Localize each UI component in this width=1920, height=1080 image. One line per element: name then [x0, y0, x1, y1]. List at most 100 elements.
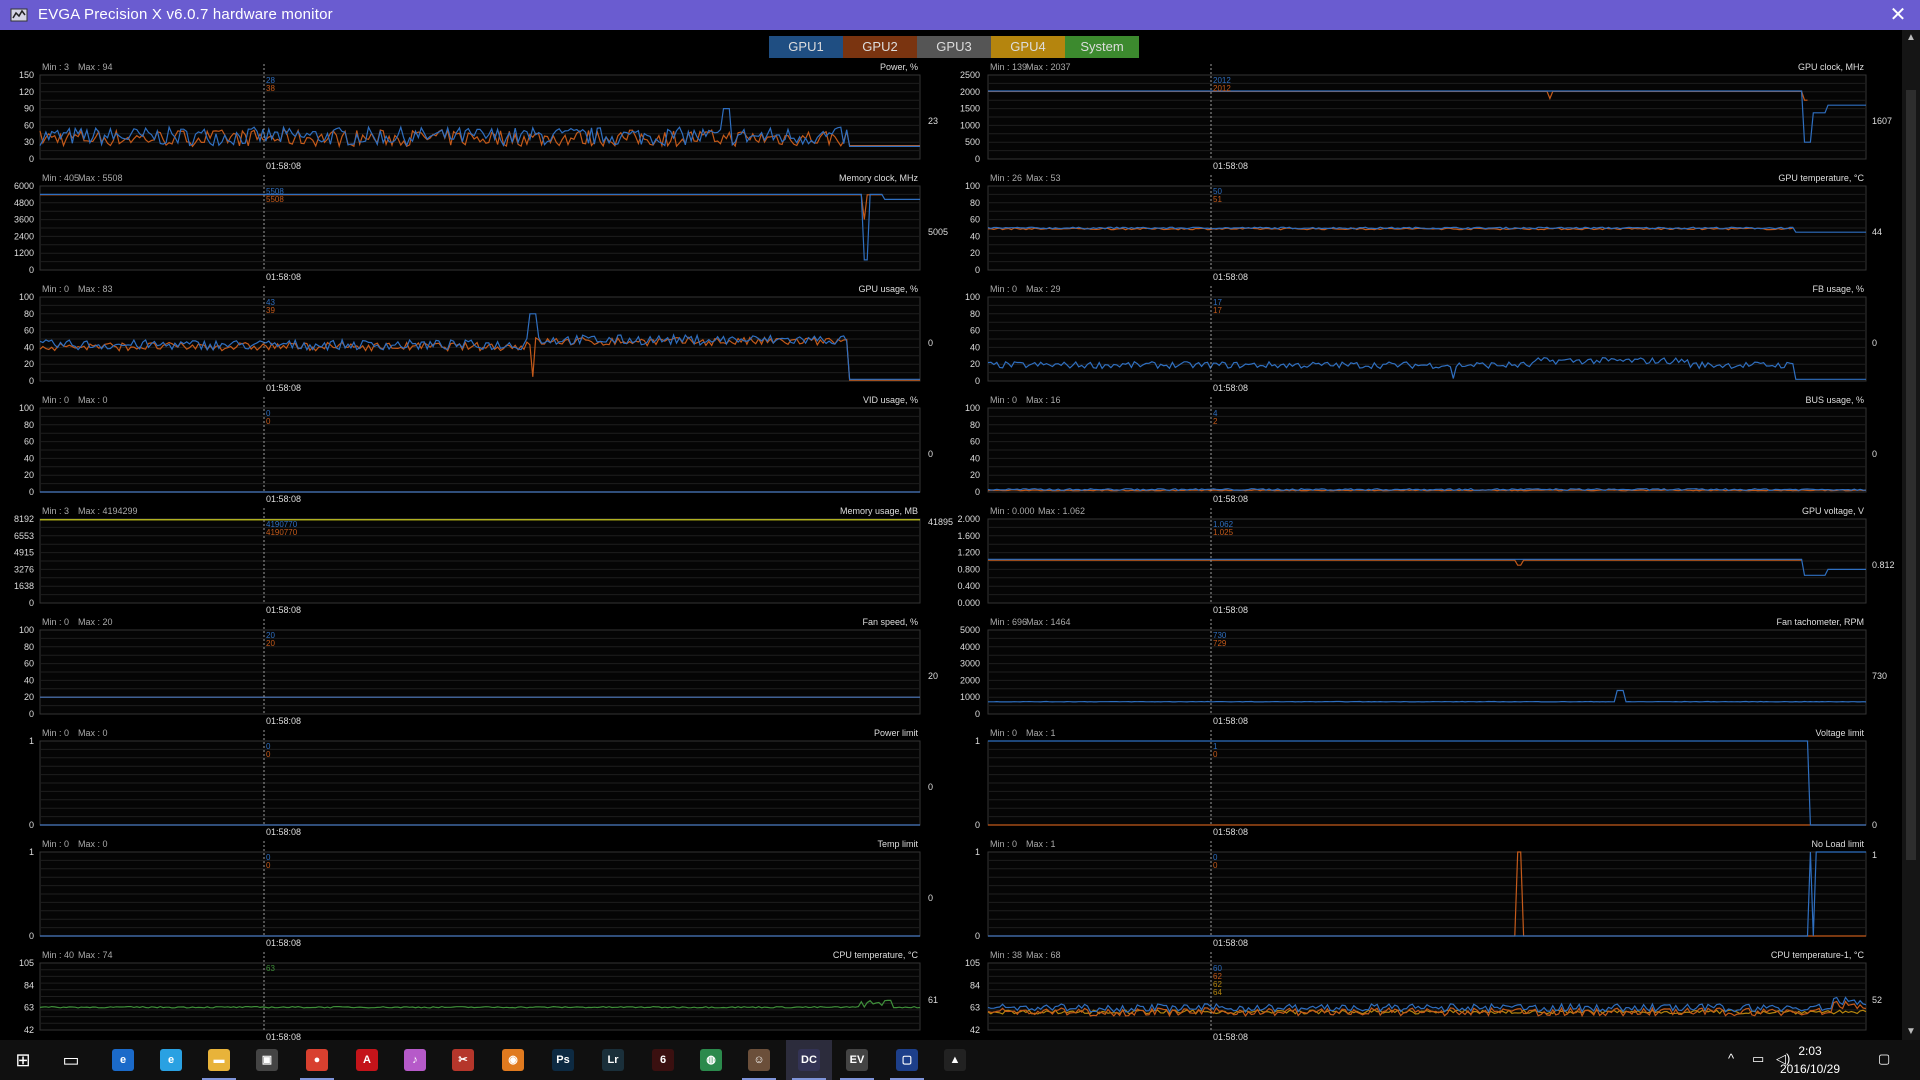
- taskbar-edge[interactable]: e: [100, 1040, 146, 1080]
- tick-label: 1000: [960, 692, 980, 702]
- chrome-icon: ●: [306, 1049, 328, 1071]
- clock-date: 2016/10/29: [1779, 1062, 1841, 1076]
- graph-panel: Min : 38 Max : 68 CPU temperature-1, °C 105…: [965, 950, 1882, 1040]
- tick-label: 1.600: [957, 531, 980, 541]
- current-value: 1: [1872, 850, 1877, 860]
- taskbar-evga-app[interactable]: EV: [834, 1040, 880, 1080]
- taskbar-adobe-reader[interactable]: A: [344, 1040, 390, 1080]
- tick-label: 1638: [14, 581, 34, 591]
- tick-label: 80: [970, 309, 980, 319]
- game-app-icon: ☺: [748, 1049, 770, 1071]
- tick-label: 120: [19, 87, 34, 97]
- max-label: Max : 0: [78, 395, 108, 405]
- photoshop-icon: Ps: [552, 1049, 574, 1071]
- tick-label: 100: [965, 181, 980, 191]
- graph-panel: Min : 3 Max : 4194299 Memory usage, MB 8192…: [14, 506, 953, 615]
- graph-panel: Min : 0 Max : 1 Voltage limit1001:58:08100: [975, 728, 1877, 837]
- tick-label: 0: [975, 265, 980, 275]
- notifications-icon[interactable]: ▢: [1878, 1051, 1890, 1067]
- max-label: Max : 1: [1026, 728, 1056, 738]
- tick-label: 1000: [960, 120, 980, 130]
- taskbar-task-view[interactable]: ▭: [48, 1040, 94, 1080]
- cursor-value: 0: [266, 417, 271, 426]
- tick-label: 84: [970, 980, 980, 990]
- scrollbar[interactable]: ▲ ▼: [1902, 30, 1920, 1040]
- graph-panel: Min : 26 Max : 53 GPU temperature, °C 100 80…: [965, 173, 1882, 282]
- tick-label: 0: [29, 376, 34, 386]
- scrollbar-thumb[interactable]: [1906, 90, 1916, 860]
- graph-panel: Min : 0.000 Max : 1.062 GPU voltage, V 2.00…: [957, 506, 1894, 615]
- taskbar-itunes[interactable]: ♪: [392, 1040, 438, 1080]
- min-label: Min : 40: [42, 950, 74, 960]
- tick-label: 6000: [14, 181, 34, 191]
- taskbar-network-globe[interactable]: ◍: [688, 1040, 734, 1080]
- max-label: Max : 20: [78, 617, 113, 627]
- close-icon[interactable]: ✕: [1886, 3, 1910, 27]
- graph-panel: Min : 696Max : 1464 Fan tachometer, RPM 50…: [960, 617, 1887, 726]
- monitor-app-icon: ▢: [896, 1049, 918, 1071]
- graph-panel: Min : 0 Max : 29 FB usage, %10080604020001…: [965, 284, 1877, 393]
- taskbar-flight-sim[interactable]: ▲: [932, 1040, 978, 1080]
- taskbar-lightroom[interactable]: Lr: [590, 1040, 636, 1080]
- precision-x-icon: DC: [798, 1049, 820, 1071]
- tick-label: 0: [975, 376, 980, 386]
- tick-label: 60: [24, 659, 34, 669]
- tick-label: 20: [24, 359, 34, 369]
- taskbar-monitor-app[interactable]: ▢: [884, 1040, 930, 1080]
- tick-label: 0.400: [957, 581, 980, 591]
- tick-label: 90: [24, 104, 34, 114]
- taskbar-clock[interactable]: 2:03 2016/10/29: [1760, 1042, 1860, 1078]
- max-label: Max : 1464: [1026, 617, 1071, 627]
- cursor-value: 17: [1213, 306, 1222, 315]
- graph-panel: Min : 139Max : 2037 GPU clock, MHz 2500 200…: [960, 62, 1892, 171]
- graph-title: Power limit: [874, 728, 919, 738]
- current-value: 5005: [928, 227, 948, 237]
- max-label: Max : 1: [1026, 839, 1056, 849]
- taskbar-file-explorer[interactable]: ▬: [196, 1040, 242, 1080]
- taskbar-photoshop[interactable]: Ps: [540, 1040, 586, 1080]
- tick-label: 63: [970, 1003, 980, 1013]
- min-label: Min : 0: [990, 284, 1017, 294]
- tick-label: 1: [29, 736, 34, 746]
- taskbar-store[interactable]: ▣: [244, 1040, 290, 1080]
- cursor-value: 5508: [266, 195, 284, 204]
- cursor-value: 64: [1213, 988, 1222, 997]
- tick-label: 40: [970, 453, 980, 463]
- cursor-value: 39: [266, 306, 275, 315]
- graph-panel: Min : 0 Max : 0 VID usage, % 100 80 60 40 20 0 01…: [19, 395, 933, 504]
- task-view-icon: ▭: [62, 1050, 80, 1070]
- file-explorer-icon: ▬: [208, 1049, 230, 1071]
- current-value: 23: [928, 116, 938, 126]
- min-label: Min : 3: [42, 506, 69, 516]
- scroll-down-icon[interactable]: ▼: [1902, 1024, 1920, 1040]
- scroll-up-icon[interactable]: ▲: [1902, 30, 1920, 46]
- cursor-time-label: 01:58:08: [1213, 383, 1248, 393]
- taskbar-tools[interactable]: ✂: [440, 1040, 486, 1080]
- tick-label: 0: [29, 265, 34, 275]
- tick-label: 2000: [960, 675, 980, 685]
- graph-panel: Min : 0 Max : 0 Power limit1001:58:08000: [29, 728, 933, 837]
- tick-label: 60: [24, 120, 34, 130]
- cursor-time-label: 01:58:08: [1213, 494, 1248, 504]
- tick-label: 0: [29, 154, 34, 164]
- tick-label: 1500: [960, 104, 980, 114]
- graph-title: GPU temperature, °C: [1778, 173, 1864, 183]
- tick-label: 60: [24, 326, 34, 336]
- tick-label: 0: [29, 487, 34, 497]
- taskbar-benchmark[interactable]: 6: [640, 1040, 686, 1080]
- graph-panel: Min : 0 Max : 20 Fan speed, % 100 80 60 40 20 0 0…: [19, 617, 938, 726]
- current-value: 44: [1872, 227, 1882, 237]
- taskbar-chrome[interactable]: ●: [294, 1040, 340, 1080]
- tick-label: 80: [24, 420, 34, 430]
- current-value: 1607: [1872, 116, 1892, 126]
- min-label: Min : 405: [42, 173, 79, 183]
- max-label: Max : 74: [78, 950, 113, 960]
- taskbar-precision-x[interactable]: DC: [786, 1040, 832, 1080]
- taskbar-internet-explorer[interactable]: e: [148, 1040, 194, 1080]
- cursor-value: 729: [1213, 639, 1227, 648]
- taskbar-game-app[interactable]: ☺: [736, 1040, 782, 1080]
- taskbar-start[interactable]: ⊞: [0, 1040, 46, 1080]
- current-value: 52: [1872, 995, 1882, 1005]
- taskbar-camera-app[interactable]: ◉: [490, 1040, 536, 1080]
- tray-chevron-icon[interactable]: ^: [1728, 1051, 1734, 1066]
